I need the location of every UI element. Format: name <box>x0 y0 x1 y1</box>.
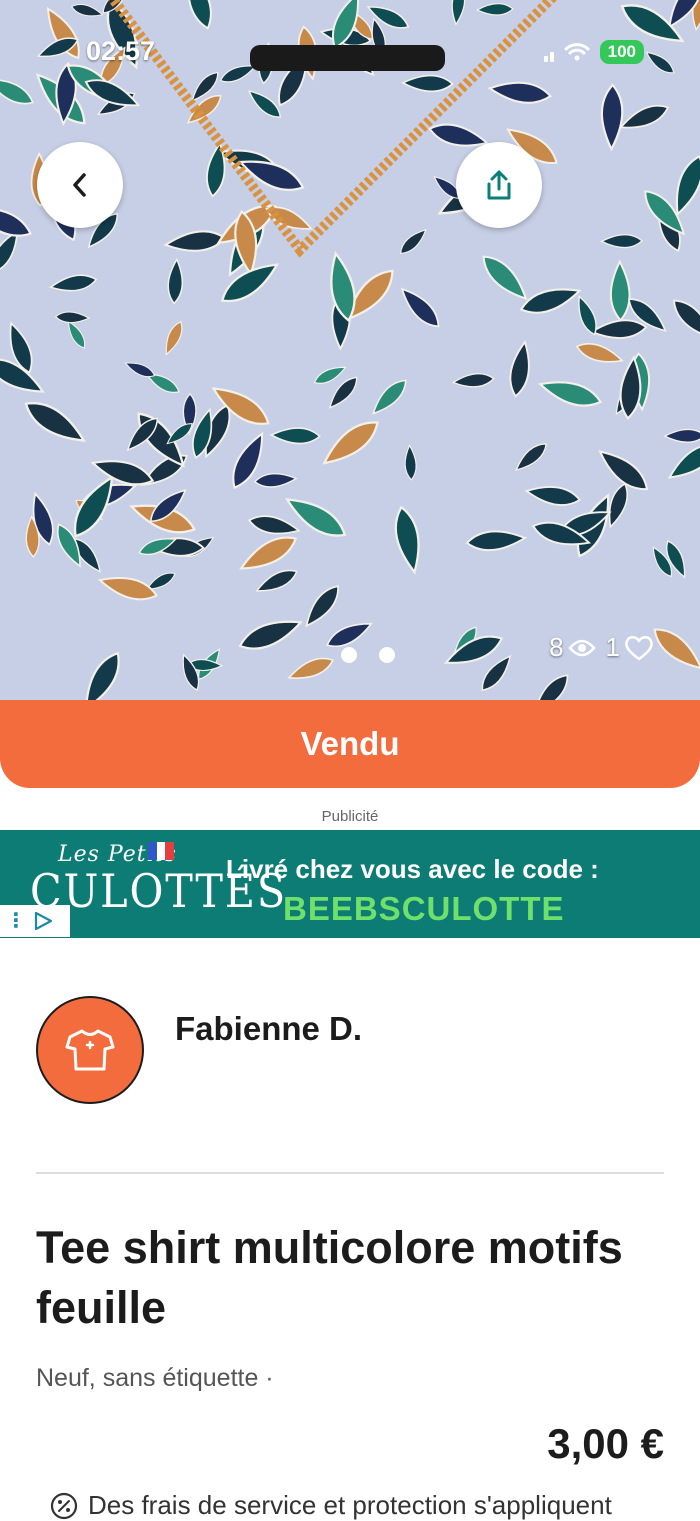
leaf-motif <box>70 3 104 17</box>
leaf-motif <box>519 288 582 314</box>
listing-photo[interactable]: 02:57 100 8 1 <box>0 0 700 760</box>
more-options-icon: ⋮ <box>6 910 26 932</box>
leaf-motif <box>600 233 644 249</box>
sold-banner: Vendu <box>0 700 700 788</box>
leaf-motif <box>24 401 87 442</box>
ad-label: Publicité <box>321 808 379 825</box>
wifi-icon <box>564 43 590 61</box>
leaf-motif <box>97 577 159 601</box>
photo-stats: 8 1 <box>549 632 654 663</box>
photo-pagination[interactable] <box>341 647 395 663</box>
views-count: 8 <box>549 632 596 663</box>
fees-note-text: Des frais de service et protection s'app… <box>88 1490 612 1520</box>
leaf-motif <box>589 319 648 339</box>
pagination-dot[interactable] <box>379 647 395 663</box>
leaf-motif <box>253 473 298 488</box>
leaf-motif <box>619 104 670 129</box>
leaf-motif <box>187 0 212 30</box>
ad-choices-badge[interactable]: ⋮ <box>0 905 70 937</box>
leaf-motif <box>667 443 700 479</box>
item-price: 3,00 € <box>547 1420 664 1467</box>
eye-icon <box>567 639 596 656</box>
likes-count[interactable]: 1 <box>606 632 654 663</box>
leaf-motif <box>400 287 440 328</box>
chevron-left-icon <box>73 173 86 197</box>
leaf-motif <box>305 585 339 628</box>
battery-badge: 100 <box>599 40 644 64</box>
status-time: 02:57 <box>86 36 156 66</box>
leaf-motif <box>524 486 582 506</box>
percent-badge-icon <box>50 1492 78 1519</box>
leaf-motif <box>287 657 335 679</box>
leaf-motif <box>404 444 417 481</box>
leaf-motif <box>653 628 700 670</box>
ad-promo-code: BEEBSCULOTTE <box>283 890 565 927</box>
tshirt-icon <box>65 1029 115 1071</box>
likes-value: 1 <box>605 632 620 662</box>
heart-icon <box>625 635 653 660</box>
fees-note[interactable]: Des frais de service et protection s'app… <box>50 1490 612 1521</box>
leaf-motif <box>609 259 631 322</box>
leaf-motif <box>48 274 98 292</box>
leaf-motif <box>401 74 454 93</box>
ad-text: Livré chez vous avec le code : <box>226 854 599 884</box>
pagination-dot[interactable] <box>341 647 357 663</box>
item-title: Tee shirt multicolore motifs feuille <box>36 1222 623 1333</box>
leaf-motif <box>322 421 379 465</box>
leaf-motif <box>475 3 514 16</box>
leaf-motif <box>515 443 547 471</box>
leaf-motif <box>284 498 347 537</box>
views-value: 8 <box>549 632 564 662</box>
leaf-motif <box>600 83 624 152</box>
leaf-motif <box>247 515 301 535</box>
leaf-motif <box>672 299 700 340</box>
leaf-motif <box>255 569 298 592</box>
leaf-motif <box>399 228 427 254</box>
signal-icon <box>543 42 554 62</box>
leaf-motif <box>163 230 227 252</box>
leaf-motif <box>487 81 553 104</box>
status-icons: 100 <box>543 40 644 64</box>
leaf-motif <box>238 620 304 650</box>
seller-name[interactable]: Fabienne D. <box>175 1010 362 1048</box>
leaf-motif <box>537 381 603 407</box>
ad-banner[interactable]: Les Petits CULOTTÉS Livré chez vous avec… <box>0 830 700 938</box>
leaf-motif <box>167 257 183 305</box>
leaf-motif <box>394 505 420 575</box>
leaf-motif <box>54 311 91 324</box>
leaf-motif <box>0 207 33 237</box>
ad-play-icon <box>34 911 53 931</box>
item-condition: Neuf, sans étiquette · <box>36 1364 274 1392</box>
leaf-motif <box>372 379 407 415</box>
leaf-motif <box>663 428 700 443</box>
leaf-motif <box>269 427 321 445</box>
leaf-motif <box>645 51 675 74</box>
leaf-motif <box>0 78 35 105</box>
seller-avatar[interactable] <box>36 996 144 1104</box>
leaf-motif <box>73 475 114 538</box>
leaf-motif <box>509 339 530 398</box>
divider <box>36 1172 664 1174</box>
camera-notch <box>250 45 445 71</box>
share-icon <box>487 170 511 200</box>
leaf-motif <box>575 343 624 363</box>
leaf-motif <box>67 320 86 349</box>
leaf-motif <box>165 320 183 356</box>
back-button[interactable] <box>37 142 123 228</box>
leaf-motif <box>451 373 495 388</box>
leaf-motif <box>451 0 466 26</box>
leaf-motif <box>482 255 528 301</box>
leaf-motif <box>465 530 528 552</box>
share-button[interactable] <box>456 142 542 228</box>
ad-flag-icon <box>148 842 175 860</box>
